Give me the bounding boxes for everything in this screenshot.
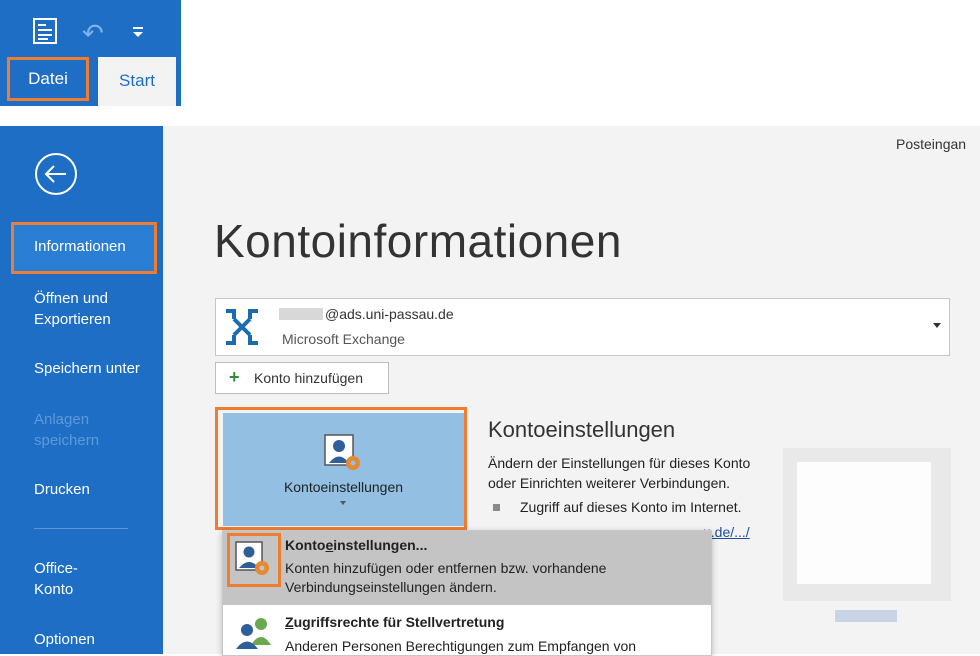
menu-item-title: Zugriffsrechte für Stellvertretung bbox=[285, 614, 505, 630]
account-settings-button[interactable]: Kontoeinstellungen bbox=[223, 413, 464, 526]
undo-icon[interactable]: ↶ bbox=[82, 20, 104, 46]
nav-divider bbox=[34, 528, 128, 529]
caret-down-icon bbox=[340, 501, 346, 505]
account-settings-menu: Kontoeinstellungen... Konten hinzufügen … bbox=[222, 530, 712, 656]
menu-item-account-settings[interactable]: Kontoeinstellungen... Konten hinzufügen … bbox=[223, 531, 711, 605]
delegate-users-icon bbox=[236, 618, 271, 649]
nav-item-save-attachments: Anlagen speichern bbox=[34, 411, 100, 449]
web-access-text: Zugriff auf dieses Konto im Internet. bbox=[520, 499, 742, 515]
view-icon[interactable] bbox=[30, 16, 60, 46]
nav-item-informationen[interactable]: Informationen bbox=[11, 222, 157, 274]
nav-item-save-as[interactable]: Speichern unter bbox=[34, 358, 140, 379]
section-description: Ändern der Einstellungen für dieses Kont… bbox=[488, 455, 751, 491]
profile-change-link[interactable] bbox=[835, 610, 897, 622]
exchange-logo-icon bbox=[226, 309, 258, 345]
account-settings-icon bbox=[324, 434, 360, 470]
plus-icon: + bbox=[229, 367, 240, 387]
section-title: Kontoeinstellungen bbox=[488, 417, 676, 442]
nav-item-options[interactable]: Optionen bbox=[34, 629, 95, 650]
account-settings-label: Kontoeinstellungen bbox=[283, 479, 404, 495]
backstage-nav: Informationen Öffnen und Exportieren Spe… bbox=[0, 126, 163, 654]
account-type: Microsoft Exchange bbox=[282, 331, 405, 347]
menu-item-description: Konten hinzufügen oder entfernen bzw. vo… bbox=[285, 560, 607, 595]
account-selector[interactable]: @ads.uni-passau.de Microsoft Exchange bbox=[215, 298, 950, 356]
ribbon-fragment: ↶ Datei Start bbox=[0, 0, 181, 106]
bullet-icon bbox=[493, 504, 500, 511]
add-account-button[interactable]: + Konto hinzufügen bbox=[215, 362, 389, 394]
menu-item-delegate-access[interactable]: Zugriffsrechte für Stellvertretung Ander… bbox=[223, 605, 711, 655]
nav-item-label: Informationen bbox=[34, 238, 126, 255]
account-email: @ads.uni-passau.de bbox=[279, 306, 454, 322]
tab-file[interactable]: Datei bbox=[7, 57, 89, 101]
folder-title: Posteingan bbox=[896, 136, 967, 152]
profile-photo[interactable] bbox=[783, 448, 951, 601]
tab-start[interactable]: Start bbox=[98, 57, 176, 106]
page-title: Kontoinformationen bbox=[214, 215, 622, 267]
nav-item-open-export[interactable]: Öffnen und Exportieren bbox=[34, 288, 144, 330]
customize-qat-icon[interactable] bbox=[128, 22, 148, 42]
account-settings-icon bbox=[235, 541, 269, 575]
menu-item-title: Kontoeinstellungen... bbox=[285, 537, 428, 553]
back-arrow-icon[interactable] bbox=[34, 152, 78, 196]
nav-item-office-account[interactable]: Office-Konto bbox=[34, 558, 104, 600]
menu-item-description: Anderen Personen Berechtigungen zum Empf… bbox=[285, 638, 637, 654]
add-account-label: Konto hinzufügen bbox=[254, 370, 363, 386]
chevron-down-icon[interactable] bbox=[933, 323, 941, 328]
nav-item-print[interactable]: Drucken bbox=[34, 479, 90, 500]
